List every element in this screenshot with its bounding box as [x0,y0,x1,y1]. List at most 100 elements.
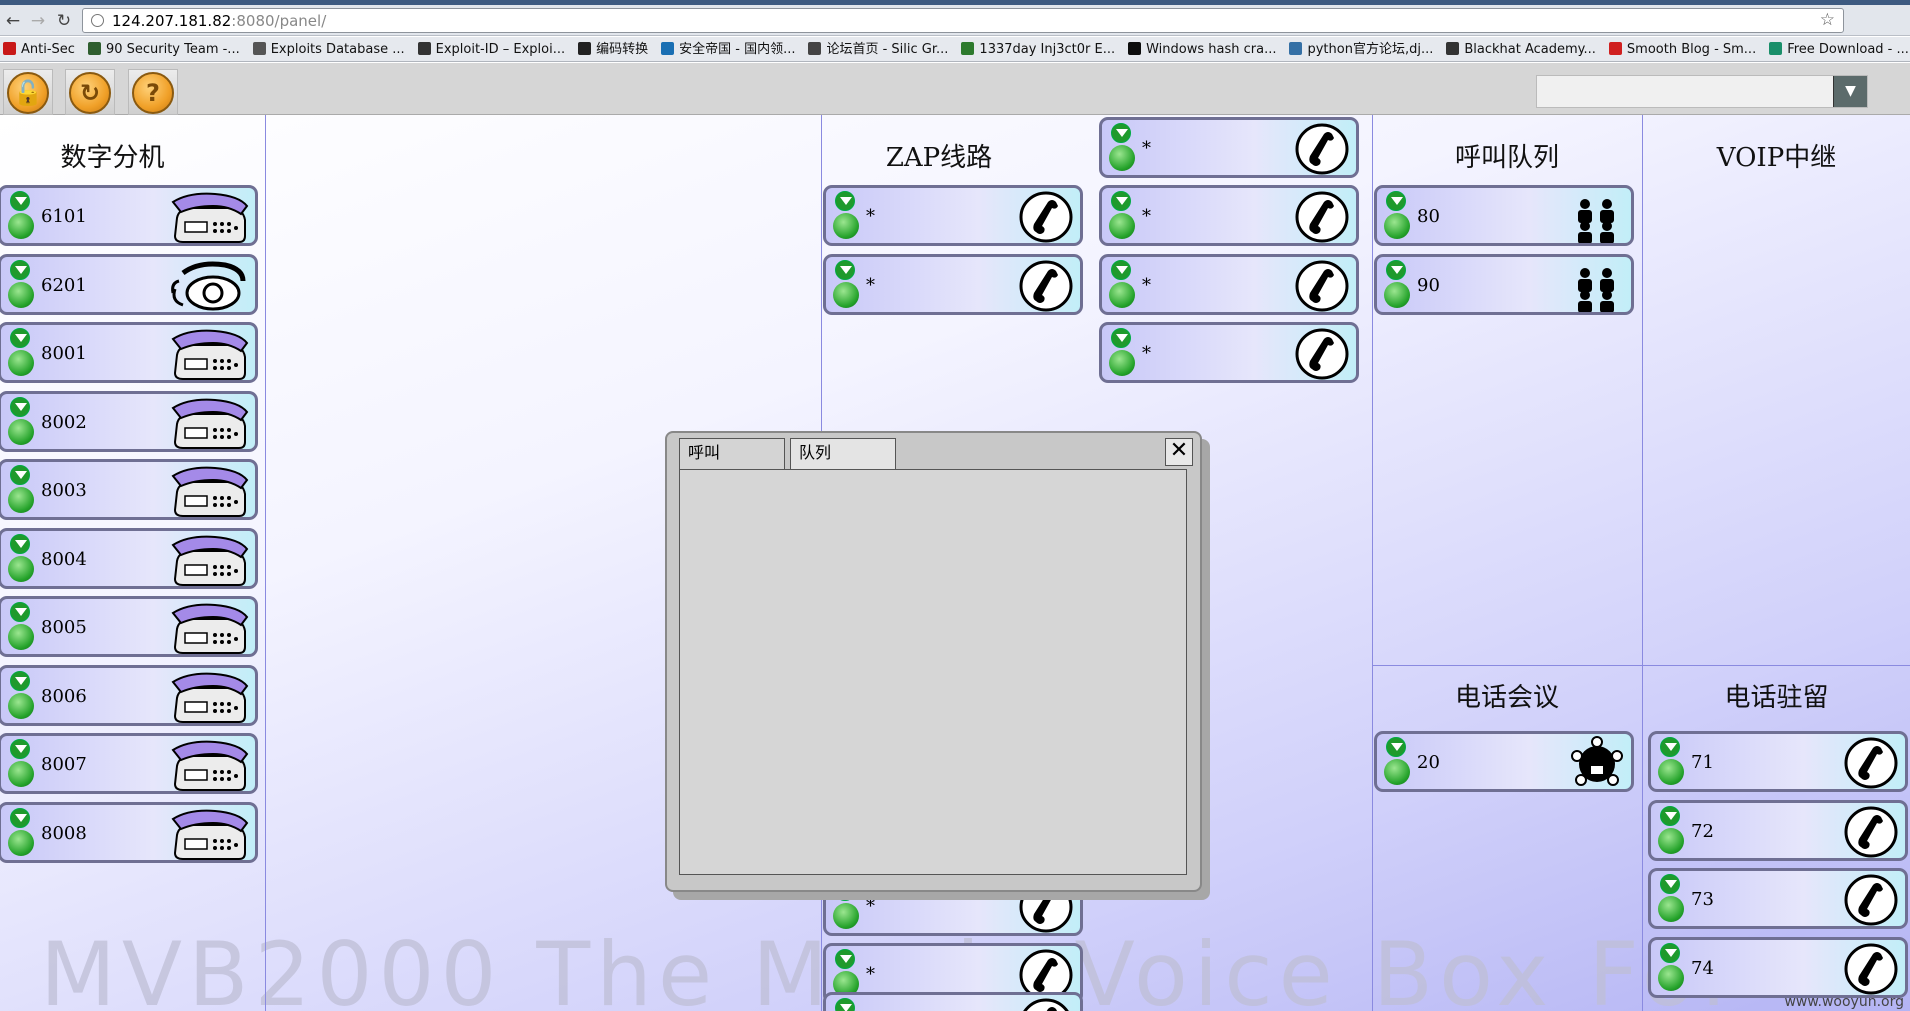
credit-text: www.wooyun.org [1784,994,1904,1010]
bookmark-label: 90 Security Team -... [105,42,240,57]
extension-card[interactable]: 8003 [0,459,258,520]
server-select[interactable]: ▼ [1536,75,1868,108]
extension-card[interactable]: 8006 [0,664,258,726]
status-icon [6,602,38,654]
queue-card[interactable]: 80 [1374,185,1634,246]
desk-phone-icon [169,807,249,860]
zap-line-card[interactable]: * [823,992,1083,1011]
bookmark-item[interactable]: Exploit-ID – Exploi... [415,37,575,61]
zap-line-card[interactable]: * [1099,185,1359,246]
queue-people-icon [1569,259,1625,312]
bookmark-favicon-icon [661,42,675,55]
back-icon[interactable]: ← [2,10,24,32]
handset-icon [1018,259,1074,312]
section-extensions-title: 数字分机 [60,143,165,173]
card-number: 8004 [41,548,87,570]
card-number: 6201 [41,274,87,296]
bookmark-item[interactable]: Smooth Blog - Sm... [1606,37,1766,61]
bookmark-item[interactable]: 编码转换 [575,37,658,61]
section-parking-title: 电话驻留 [1724,683,1829,713]
extension-card[interactable]: 8001 [0,322,258,383]
channel-dialog: 呼叫 队列 ✕ [665,431,1202,892]
section-zap-title: ZAP线路 [885,143,993,173]
section-voip-title: VOIP中继 [1716,143,1837,173]
bookmark-label: 论坛首页 - Silic Gr... [826,42,949,57]
extension-card[interactable]: 8004 [0,527,258,589]
bookmark-star-icon[interactable]: ☆ [1820,10,1835,30]
extension-card[interactable]: 6201 [0,253,258,315]
card-number: * [866,964,875,985]
handset-icon [1294,122,1350,175]
extension-card[interactable]: 6101 [0,185,258,246]
extension-card[interactable]: 8005 [0,596,258,657]
card-number: * [1142,138,1151,159]
reload-icon[interactable]: ↻ [53,10,75,32]
card-number: 8001 [41,343,87,364]
parking-card[interactable]: 74 [1648,936,1908,998]
help-button[interactable]: ? [128,69,178,115]
handset-icon [1294,190,1350,243]
zap-line-card[interactable]: * [823,185,1083,246]
card-number: * [1142,206,1151,227]
bookmark-item[interactable]: Windows hash cra... [1125,37,1286,61]
status-icon [1107,123,1139,175]
card-number: 6101 [41,206,87,227]
bookmark-item[interactable]: Free Download - ... [1766,37,1910,61]
bookmark-favicon-icon [252,42,266,55]
url-input[interactable]: 124.207.181.82:8080/panel/ ☆ [82,8,1844,33]
chevron-down-icon[interactable]: ▼ [1833,76,1867,107]
bookmark-item[interactable]: 安全帝国 - 国内领... [658,37,805,61]
zap-line-card[interactable]: * [823,254,1083,315]
zap-line-card[interactable]: * [1099,254,1359,315]
card-number: * [1142,343,1151,364]
bookmark-item[interactable]: 1337day Inj3ct0r E... [958,37,1125,61]
handset-icon [1843,873,1899,926]
bookmark-favicon-icon [1769,42,1783,55]
tab-queue[interactable]: 队列 [790,438,896,472]
parking-card[interactable]: 72 [1648,799,1908,861]
lock-button[interactable]: 🔓 [3,69,53,115]
parking-card[interactable]: 73 [1648,868,1908,929]
status-icon [831,191,863,243]
forward-icon[interactable]: → [27,10,49,32]
app-toolbar: 🔓 ↻ ? ▼ [0,63,1910,115]
handset-icon [1294,259,1350,312]
bookmark-label: 编码转换 [596,42,649,57]
bookmark-favicon-icon [3,42,16,55]
globe-icon [91,14,104,27]
tab-call[interactable]: 呼叫 [679,438,785,469]
extension-card[interactable]: 8008 [0,801,258,863]
bookmark-item[interactable]: Anti-Sec [0,37,85,61]
conference-card[interactable]: 20 [1374,731,1634,792]
bookmark-label: Anti-Sec [21,42,75,57]
extension-card[interactable]: 8002 [0,390,258,452]
bookmark-item[interactable]: Blackhat Academy... [1443,37,1606,61]
refresh-icon: ↻ [69,72,111,114]
bookmark-label: Exploit-ID – Exploi... [435,42,566,57]
status-icon [6,807,38,860]
zap-line-card[interactable]: * [1099,322,1359,383]
zap-line-card[interactable]: * [1099,117,1359,178]
bookmark-item[interactable]: 论坛首页 - Silic Gr... [805,37,958,61]
refresh-button[interactable]: ↻ [65,69,115,115]
bookmark-label: Blackhat Academy... [1464,42,1596,57]
status-icon [1656,805,1688,858]
extension-card[interactable]: 8007 [0,733,258,794]
parking-card[interactable]: 71 [1648,731,1908,792]
bookmark-favicon-icon [578,42,592,55]
bookmark-item[interactable]: 90 Security Team -... [85,37,250,61]
status-icon [6,328,38,380]
bookmark-favicon-icon [87,42,101,55]
bookmark-favicon-icon [1128,42,1142,55]
status-icon [1382,259,1414,312]
status-icon [6,465,38,517]
status-icon [1107,260,1139,312]
url-host: 124.207.181.82 [112,12,232,30]
queue-card[interactable]: 90 [1374,253,1634,315]
status-icon [831,260,863,312]
close-icon[interactable]: ✕ [1165,438,1193,466]
section-conference-title: 电话会议 [1454,683,1559,713]
bookmark-item[interactable]: python官方论坛,dj... [1286,37,1443,61]
desk-phone-icon [169,396,249,449]
bookmark-item[interactable]: Exploits Database ... [250,37,415,61]
